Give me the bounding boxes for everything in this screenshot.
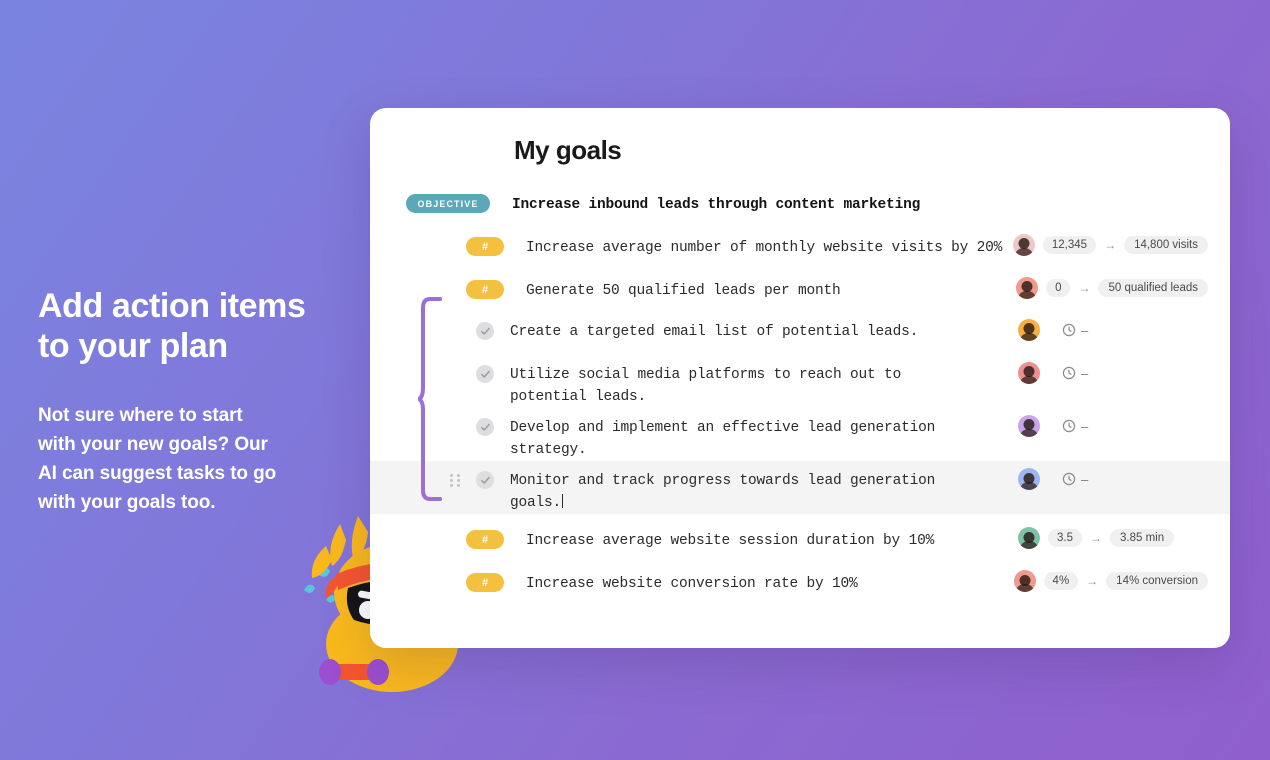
due-date-value: –	[1081, 322, 1089, 338]
promo-panel: Add action items to your plan Not sure w…	[38, 286, 348, 518]
goals-card: My goals OBJECTIVE Increase inbound lead…	[370, 108, 1230, 648]
task-row[interactable]: Develop and implement an effective lead …	[370, 408, 1230, 461]
avatar[interactable]	[1016, 277, 1039, 299]
avatar[interactable]	[1018, 527, 1040, 550]
task-text[interactable]: Create a targeted email list of potentia…	[510, 321, 918, 343]
avatar[interactable]	[1018, 415, 1040, 438]
due-date-chip[interactable]: –	[1062, 472, 1088, 487]
metric-from[interactable]: 12,345	[1042, 236, 1097, 254]
avatar[interactable]	[1018, 468, 1040, 491]
metric-to[interactable]: 3.85 min	[1110, 529, 1175, 548]
drag-handle-icon[interactable]	[450, 474, 460, 488]
avatar[interactable]	[1013, 570, 1036, 593]
clock-icon	[1062, 419, 1076, 433]
goal-text[interactable]: Generate 50 qualified leads per month	[526, 280, 841, 302]
avatar[interactable]	[1018, 319, 1040, 341]
due-date-chip[interactable]: –	[1062, 323, 1088, 338]
key-result-badge: #	[466, 280, 504, 299]
goal-metrics: 4% → 14% conversion	[1013, 562, 1230, 593]
metric-to[interactable]: 14% conversion	[1106, 572, 1208, 591]
due-date-value: –	[1081, 418, 1089, 434]
goal-text[interactable]: Increase average website session duratio…	[526, 530, 934, 552]
metric-from[interactable]: 4%	[1043, 572, 1079, 591]
task-row[interactable]: Utilize social media platforms to reach …	[370, 355, 1230, 408]
checkbox-icon[interactable]	[476, 418, 494, 437]
task-text[interactable]: Utilize social media platforms to reach …	[510, 364, 901, 408]
goal-metrics: 3.5 → 3.85 min	[1018, 519, 1230, 550]
checkbox-icon[interactable]	[476, 471, 494, 490]
arrow-right-icon: →	[1086, 574, 1099, 589]
due-date-chip[interactable]: –	[1062, 366, 1088, 381]
clock-icon	[1062, 366, 1076, 380]
task-text[interactable]: Develop and implement an effective lead …	[510, 417, 935, 461]
text-cursor	[562, 494, 564, 509]
due-date-chip[interactable]: –	[1062, 419, 1088, 434]
clock-icon	[1062, 323, 1076, 337]
metric-from[interactable]: 0	[1046, 279, 1071, 297]
page-title: My goals	[514, 135, 622, 165]
avatar[interactable]	[1018, 362, 1040, 384]
key-result-badge: #	[466, 530, 504, 550]
goal-row[interactable]: # Increase average website session durat…	[370, 519, 1230, 562]
task-meta: –	[1018, 312, 1230, 341]
arrow-right-icon: →	[1090, 531, 1102, 546]
checkbox-icon[interactable]	[476, 365, 494, 383]
task-meta: –	[1018, 355, 1230, 384]
checkbox-icon[interactable]	[476, 322, 494, 340]
task-row-active[interactable]: Monitor and track progress towards lead …	[370, 461, 1230, 515]
task-text-value: Monitor and track progress towards lead …	[510, 473, 936, 512]
goal-metrics: 0 → 50 qualified leads	[1016, 269, 1230, 299]
metric-from[interactable]: 3.5	[1048, 529, 1082, 548]
task-text-editing[interactable]: Monitor and track progress towards lead …	[510, 470, 935, 514]
promo-headline: Add action items to your plan	[38, 287, 306, 366]
goal-row[interactable]: # Generate 50 qualified leads per month …	[370, 269, 1230, 312]
clock-icon	[1062, 472, 1076, 486]
goal-text[interactable]: Increase average number of monthly websi…	[526, 237, 1002, 259]
goal-metrics: 12,345 → 14,800 visits	[1012, 226, 1230, 256]
goal-text[interactable]: Increase website conversion rate by 10%	[526, 573, 858, 595]
objective-text[interactable]: Increase inbound leads through content m…	[512, 194, 920, 216]
avatar[interactable]	[1012, 234, 1035, 256]
task-meta: –	[1018, 461, 1230, 491]
metric-to[interactable]: 50 qualified leads	[1098, 279, 1208, 297]
goal-row[interactable]: # Increase average number of monthly web…	[370, 226, 1230, 269]
due-date-value: –	[1081, 471, 1089, 487]
arrow-right-icon: →	[1104, 238, 1117, 252]
metric-to[interactable]: 14,800 visits	[1124, 236, 1208, 254]
arrow-right-icon: →	[1078, 281, 1091, 295]
goals-list: OBJECTIVE Increase inbound leads through…	[370, 183, 1230, 605]
key-result-badge: #	[466, 237, 504, 256]
goal-row[interactable]: # Increase website conversion rate by 10…	[370, 562, 1230, 605]
due-date-value: –	[1081, 365, 1089, 381]
promo-body: Not sure where to start with your new go…	[38, 405, 277, 513]
key-result-badge: #	[466, 573, 504, 593]
task-meta: –	[1018, 408, 1230, 438]
objective-badge: OBJECTIVE	[406, 194, 490, 213]
task-row[interactable]: Create a targeted email list of potentia…	[370, 312, 1230, 355]
objective-row[interactable]: OBJECTIVE Increase inbound leads through…	[370, 183, 1230, 226]
